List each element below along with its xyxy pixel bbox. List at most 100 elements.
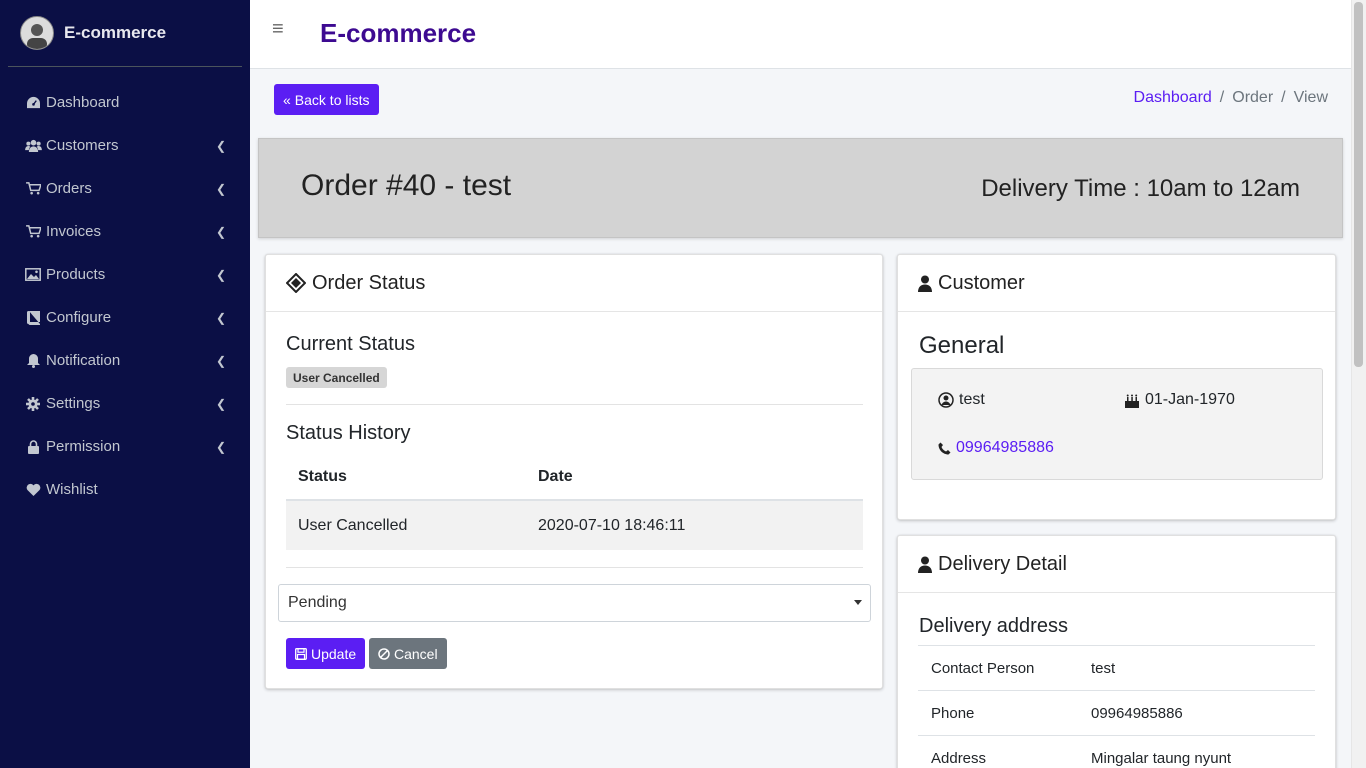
sidebar-item-label: Invoices: [46, 223, 102, 240]
breadcrumb: Dashboard / Order / View: [1134, 89, 1328, 107]
card-header: Delivery Detail: [898, 536, 1335, 593]
chevron-left-icon: ❮: [215, 353, 226, 368]
brand-name: E-commerce: [64, 23, 167, 42]
sidebar-item-permission[interactable]: Permission ❮: [0, 425, 250, 468]
contact-person-label: Contact Person: [931, 659, 1035, 677]
phone-value: 09964985886: [1091, 704, 1183, 722]
divider: [286, 567, 863, 568]
sidebar-item-configure[interactable]: Configure ❮: [0, 296, 250, 339]
delivery-time: Delivery Time : 10am to 12am: [981, 175, 1300, 202]
card-header: Customer: [898, 255, 1335, 312]
customer-phone-link[interactable]: 09964985886: [956, 439, 1054, 457]
sidebar-item-dashboard[interactable]: Dashboard: [0, 81, 250, 124]
address-label: Address: [931, 749, 987, 767]
sidebar-nav: Dashboard Customers ❮ Orders ❮ Invoices …: [0, 67, 250, 511]
breadcrumb-dashboard[interactable]: Dashboard: [1134, 89, 1212, 107]
update-button-label: Update: [311, 645, 357, 662]
table-header-row: Status Date: [286, 454, 863, 501]
save-icon: [295, 647, 307, 660]
table-cell-date: 2020-07-10 18:46:11: [538, 516, 686, 534]
delivery-detail-title: Delivery Detail: [938, 552, 1067, 575]
update-button[interactable]: Update: [286, 638, 366, 669]
users-icon: [24, 139, 42, 152]
chevron-left-icon: ❮: [215, 396, 226, 411]
sidebar-item-label: Products: [46, 266, 106, 283]
customer-phone: 09964985886: [938, 439, 1054, 457]
sidebar-item-label: Configure: [46, 309, 112, 326]
main-content: « Back to lists Dashboard / Order / View…: [250, 69, 1351, 768]
general-title: General: [919, 332, 1005, 359]
sidebar-item-customers[interactable]: Customers ❮: [0, 124, 250, 167]
user-icon: [918, 556, 932, 573]
column-header-date: Date: [538, 467, 573, 485]
current-status-label: Current Status: [286, 333, 415, 355]
brand[interactable]: E-commerce: [8, 0, 242, 67]
chevron-left-icon: ❮: [215, 181, 226, 196]
card-header: Order Status: [266, 255, 882, 312]
sidebar-item-products[interactable]: Products ❮: [0, 253, 250, 296]
chevron-left-icon: ❮: [215, 138, 226, 153]
delivery-address-title: Delivery address: [919, 615, 1068, 637]
ticket-icon: [286, 273, 306, 293]
caret-down-icon: [854, 600, 862, 605]
customer-title: Customer: [938, 271, 1025, 294]
sidebar-item-label: Customers: [46, 137, 119, 154]
status-history-table: Status Date User Cancelled 2020-07-10 18…: [286, 454, 863, 550]
table-cell-status: User Cancelled: [298, 516, 408, 534]
user-icon: [918, 275, 932, 292]
birthday-cake-icon: [1124, 393, 1140, 408]
user-circle-icon: [938, 392, 954, 408]
top-header: ≡ E-commerce: [250, 0, 1351, 69]
double-angle-left-icon: «: [283, 91, 291, 108]
back-button-label: Back to lists: [294, 91, 370, 108]
lock-icon: [24, 439, 42, 454]
contact-person-value: test: [1091, 659, 1116, 677]
scrollbar-thumb[interactable]: [1354, 2, 1363, 367]
heart-icon: [24, 483, 42, 496]
divider: [286, 404, 863, 405]
customer-name-value: test: [959, 391, 985, 408]
status-select-value: Pending: [288, 594, 347, 611]
sidebar-item-wishlist[interactable]: Wishlist: [0, 468, 250, 511]
dashboard-icon: [24, 96, 42, 109]
order-status-card: Order Status Current Status User Cancell…: [265, 254, 883, 689]
chevron-left-icon: ❮: [215, 310, 226, 325]
status-select[interactable]: Pending: [278, 584, 871, 622]
sidebar-item-settings[interactable]: Settings ❮: [0, 382, 250, 425]
column-header-status: Status: [298, 467, 347, 485]
phone-icon: [938, 442, 951, 455]
breadcrumb-view: View: [1293, 89, 1328, 106]
back-to-lists-button[interactable]: « Back to lists: [274, 84, 379, 115]
sidebar-item-label: Notification: [46, 352, 121, 369]
avatar: [20, 16, 54, 50]
menu-icon[interactable]: ≡: [272, 18, 284, 41]
page-title: E-commerce: [320, 18, 477, 48]
ban-icon: [378, 647, 390, 660]
general-info-box: test 01-Jan-1970 09964985886: [911, 368, 1323, 480]
breadcrumb-order: Order: [1232, 89, 1274, 106]
address-value: Mingalar taung nyunt: [1091, 749, 1232, 767]
image-icon: [24, 268, 42, 281]
cancel-button[interactable]: Cancel: [369, 638, 447, 669]
order-status-title: Order Status: [312, 271, 426, 294]
status-badge: User Cancelled: [286, 367, 387, 388]
sidebar-item-orders[interactable]: Orders ❮: [0, 167, 250, 210]
customer-birthday: 01-Jan-1970: [1124, 391, 1235, 409]
table-row: Address Mingalar taung nyunt: [918, 735, 1315, 768]
chevron-left-icon: ❮: [215, 224, 226, 239]
sidebar-item-invoices[interactable]: Invoices ❮: [0, 210, 250, 253]
scrollbar[interactable]: [1351, 0, 1366, 768]
chevron-left-icon: ❮: [215, 439, 226, 454]
sidebar-item-label: Wishlist: [46, 481, 98, 498]
bell-icon: [24, 353, 42, 368]
table-row: Phone 09964985886: [918, 690, 1315, 735]
cancel-button-label: Cancel: [394, 645, 438, 662]
customer-birthday-value: 01-Jan-1970: [1145, 391, 1235, 408]
delivery-detail-card: Delivery Detail Delivery address Contact…: [897, 535, 1336, 768]
sidebar-item-label: Orders: [46, 180, 92, 197]
breadcrumb-separator: /: [1219, 89, 1225, 106]
customer-card: Customer General test 01-Jan-1970 099649: [897, 254, 1336, 520]
delivery-address-table: Contact Person test Phone 09964985886 Ad…: [918, 645, 1315, 768]
sidebar-item-notification[interactable]: Notification ❮: [0, 339, 250, 382]
book-icon: [24, 310, 42, 325]
